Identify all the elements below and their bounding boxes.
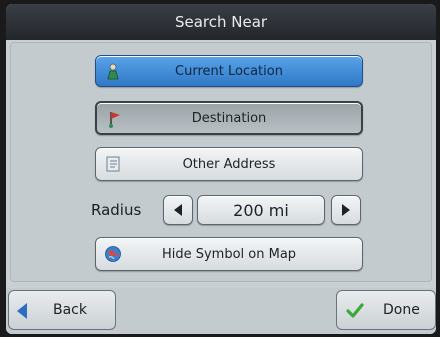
globe-map-icon (104, 245, 122, 263)
done-label: Done (383, 302, 420, 318)
destination-button[interactable]: Destination (95, 101, 363, 135)
other-address-button[interactable]: Other Address (95, 147, 363, 181)
radius-value-field[interactable]: 200 mi (197, 195, 325, 225)
back-arrow-icon (17, 303, 27, 319)
title-bar: Search Near (6, 4, 436, 40)
current-location-button[interactable]: Current Location (95, 55, 363, 87)
other-address-label: Other Address (182, 156, 276, 172)
search-near-screen: Search Near Current Location Destination… (6, 4, 436, 334)
radius-value: 200 mi (233, 200, 289, 220)
radius-decrease-button[interactable] (163, 195, 193, 225)
back-label: Back (53, 302, 87, 318)
destination-label: Destination (191, 110, 267, 126)
page-title: Search Near (174, 13, 268, 31)
arrow-left-icon (174, 204, 182, 216)
hide-symbol-label: Hide Symbol on Map (161, 246, 297, 262)
destination-flag-icon (105, 110, 123, 128)
radius-increase-button[interactable] (331, 195, 361, 225)
back-button[interactable]: Back (8, 290, 116, 330)
bottom-bar: Back Done (6, 288, 436, 334)
address-book-icon (104, 155, 122, 173)
current-location-label: Current Location (175, 63, 283, 79)
person-location-icon (104, 63, 122, 81)
hide-symbol-button[interactable]: Hide Symbol on Map (95, 237, 363, 271)
options-panel: Current Location Destination Other Addre… (10, 42, 432, 282)
checkmark-icon (345, 301, 365, 321)
done-button[interactable]: Done (336, 290, 436, 330)
radius-label: Radius (91, 201, 142, 219)
arrow-right-icon (342, 204, 350, 216)
